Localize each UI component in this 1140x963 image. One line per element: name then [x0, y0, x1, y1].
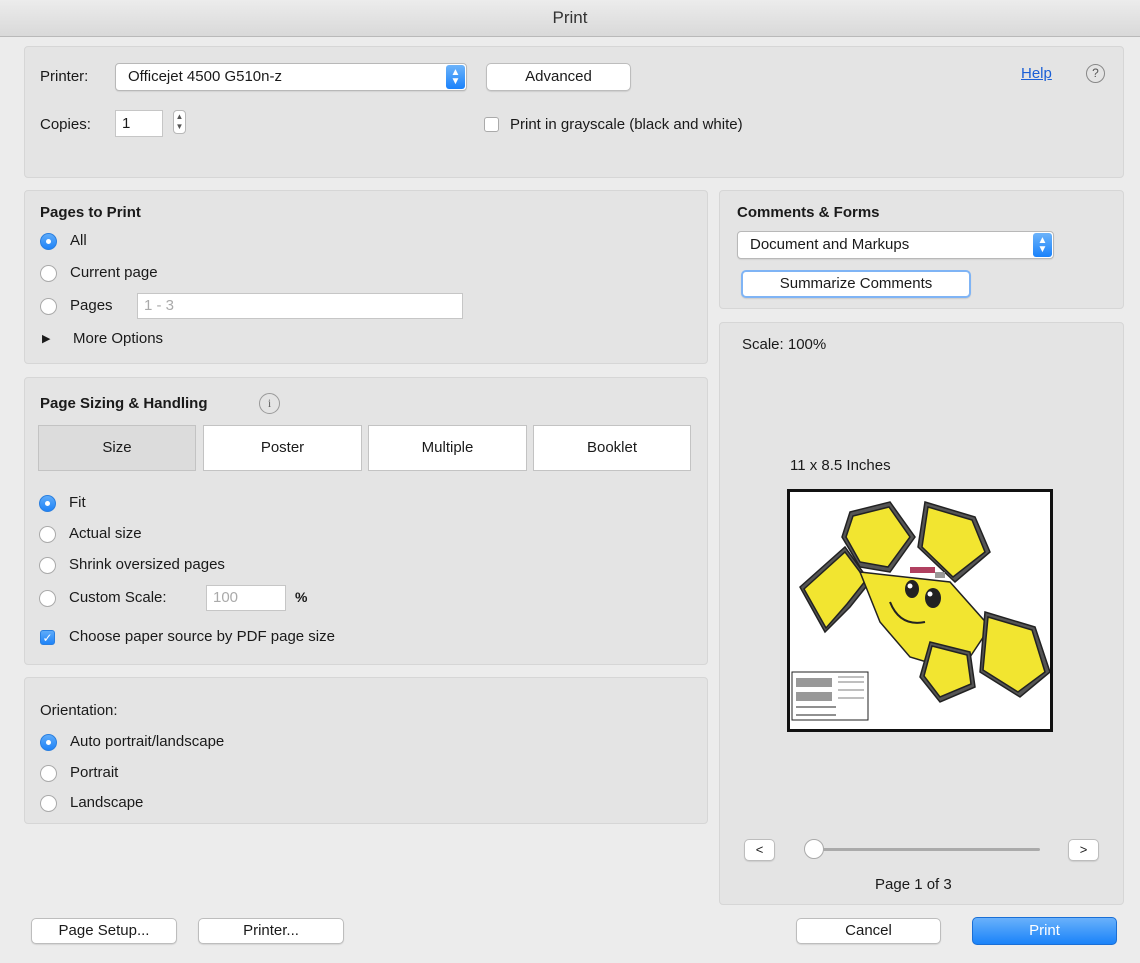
grayscale-checkbox[interactable]: [484, 117, 499, 132]
more-options-label[interactable]: More Options: [73, 330, 163, 347]
radio-pages[interactable]: [40, 298, 57, 315]
radio-fit-label: Fit: [69, 494, 86, 511]
radio-actual-size-label: Actual size: [69, 525, 142, 542]
comments-forms-select[interactable]: Document and Markups ▲ ▼: [737, 231, 1054, 259]
printer-panel: Printer: Officejet 4500 G510n-z ▲ ▼ Advan…: [24, 46, 1124, 178]
radio-landscape-label: Landscape: [70, 794, 144, 811]
copies-stepper[interactable]: ▲ ▼: [173, 110, 186, 134]
radio-custom-scale[interactable]: [39, 590, 56, 607]
chevron-updown-icon: ▲ ▼: [446, 65, 465, 89]
radio-portrait-label: Portrait: [70, 764, 119, 781]
paper-size-label: 11 x 8.5 Inches: [790, 457, 891, 474]
next-page-button[interactable]: >: [1068, 839, 1099, 861]
orientation-panel: Orientation: Auto portrait/landscape Por…: [24, 677, 708, 824]
radio-current-page[interactable]: [40, 265, 57, 282]
paper-source-checkbox[interactable]: ✓: [40, 630, 55, 645]
tab-booklet[interactable]: Booklet: [533, 425, 691, 471]
help-icon[interactable]: ?: [1086, 64, 1105, 83]
custom-scale-field[interactable]: 100: [206, 585, 286, 611]
printer-label: Printer:: [40, 68, 89, 85]
radio-pages-label: Pages: [70, 297, 113, 314]
printer-select[interactable]: Officejet 4500 G510n-z ▲ ▼: [115, 63, 467, 91]
comments-forms-title: Comments & Forms: [737, 204, 880, 221]
page-sizing-title: Page Sizing & Handling: [40, 395, 208, 412]
advanced-button[interactable]: Advanced: [486, 63, 631, 91]
radio-all[interactable]: [40, 233, 57, 250]
radio-auto-orientation-label: Auto portrait/landscape: [70, 733, 225, 750]
info-icon[interactable]: i: [259, 393, 280, 414]
page-setup-button[interactable]: Page Setup...: [31, 918, 177, 944]
radio-fit[interactable]: [39, 495, 56, 512]
copies-field[interactable]: 1: [115, 110, 163, 137]
page-slider-thumb[interactable]: [804, 839, 824, 859]
cancel-button[interactable]: Cancel: [796, 918, 941, 944]
tab-multiple[interactable]: Multiple: [368, 425, 527, 471]
summarize-comments-button[interactable]: Summarize Comments: [741, 270, 971, 298]
page-indicator: Page 1 of 3: [875, 876, 952, 893]
radio-actual-size[interactable]: [39, 526, 56, 543]
radio-shrink-oversized-label: Shrink oversized pages: [69, 556, 225, 573]
disclosure-triangle-icon[interactable]: ▶: [42, 332, 50, 345]
scale-label: Scale: 100%: [742, 336, 827, 353]
radio-auto-orientation[interactable]: [40, 734, 57, 751]
printer-settings-button[interactable]: Printer...: [198, 918, 344, 944]
radio-current-page-label: Current page: [70, 264, 158, 281]
radio-all-label: All: [70, 232, 87, 249]
preview-panel: Scale: 100% 11 x 8.5 Inches < > Page 1 o…: [719, 322, 1124, 905]
printer-select-value: Officejet 4500 G510n-z: [128, 68, 282, 85]
print-button[interactable]: Print: [972, 917, 1117, 945]
page-sizing-panel: Page Sizing & Handling i: [24, 377, 708, 665]
orientation-title: Orientation:: [40, 702, 118, 719]
paper-source-label: Choose paper source by PDF page size: [69, 628, 335, 645]
percent-label: %: [295, 589, 308, 605]
page-preview: [787, 489, 1053, 732]
radio-custom-scale-label: Custom Scale:: [69, 589, 167, 606]
pages-range-field[interactable]: 1 - 3: [137, 293, 463, 319]
radio-shrink-oversized[interactable]: [39, 557, 56, 574]
tab-poster[interactable]: Poster: [203, 425, 362, 471]
radio-landscape[interactable]: [40, 795, 57, 812]
copies-label: Copies:: [40, 116, 91, 133]
tab-size[interactable]: Size: [38, 425, 196, 471]
grayscale-label: Print in grayscale (black and white): [510, 116, 743, 133]
preview-artwork: [791, 501, 1050, 721]
comments-forms-select-value: Document and Markups: [750, 236, 910, 253]
comments-forms-panel: Comments & Forms Document and Markups ▲ ▼…: [719, 190, 1124, 309]
pages-to-print-panel: Pages to Print All Current page Pages 1 …: [24, 190, 708, 364]
pages-to-print-title: Pages to Print: [40, 204, 141, 221]
page-slider-track: [812, 848, 1040, 851]
chevron-updown-icon: ▲ ▼: [1033, 233, 1052, 257]
help-link[interactable]: Help: [1021, 65, 1052, 82]
radio-portrait[interactable]: [40, 765, 57, 782]
previous-page-button[interactable]: <: [744, 839, 775, 861]
window-title: Print: [0, 0, 1140, 37]
